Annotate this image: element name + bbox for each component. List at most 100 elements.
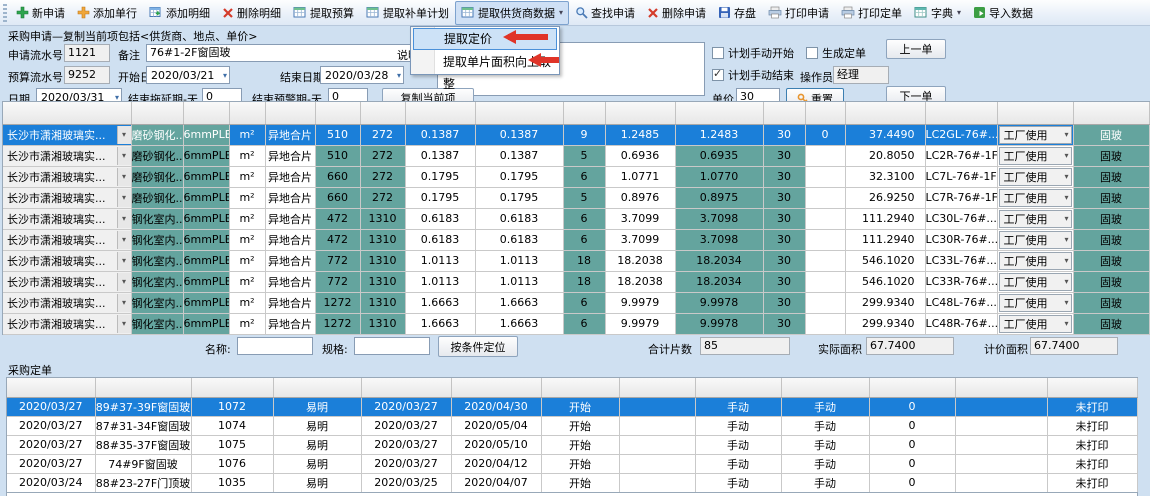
column-header[interactable] (7, 378, 95, 397)
component-name-cell[interactable]: 固玻 (1073, 166, 1149, 187)
combo-arrow-icon[interactable]: ▾ (1064, 172, 1068, 181)
combo-arrow-icon[interactable]: ▾ (117, 168, 131, 186)
column-header[interactable] (955, 378, 1047, 397)
piece-priced-area-cell[interactable]: 0.6183 (475, 229, 563, 250)
amount-cell[interactable]: 26.9250 (845, 187, 925, 208)
actual-area-cell[interactable]: 3.7099 (605, 229, 675, 250)
color-cell[interactable]: 异地合片 (265, 313, 315, 334)
color-cell[interactable]: 异地合片 (265, 250, 315, 271)
chevron-down-icon[interactable]: ▾ (223, 71, 227, 80)
combo-arrow-icon[interactable]: ▾ (117, 126, 131, 144)
actual-area-cell[interactable]: 1.2485 (605, 124, 675, 145)
window-code-cell[interactable]: LC30R-76#... (925, 229, 997, 250)
unit-price-cell[interactable]: 30 (763, 145, 805, 166)
actual-area-cell[interactable]: 0.8976 (605, 187, 675, 208)
width-cell[interactable]: 772 (315, 250, 360, 271)
ship-location-cell[interactable]: 工厂使用▾ (997, 124, 1073, 145)
supplier-cell[interactable]: 长沙市潇湘玻璃实...▾ (3, 292, 131, 313)
column-header[interactable] (845, 102, 925, 124)
width-cell[interactable]: 510 (315, 124, 360, 145)
width-cell[interactable]: 1272 (315, 292, 360, 313)
name-cell[interactable]: 钢化室内... (131, 292, 183, 313)
ship-location-cell[interactable]: 工厂使用▾ (997, 313, 1073, 334)
actual-area-cell[interactable]: 9.9979 (605, 292, 675, 313)
dictionary-button[interactable]: 字典 ▾ (908, 1, 967, 25)
color-cell[interactable]: 异地合片 (265, 229, 315, 250)
tax-rate-cell[interactable] (805, 271, 845, 292)
column-header[interactable] (315, 102, 360, 124)
piece-area-cell[interactable]: 0.6183 (405, 208, 475, 229)
supplier-cell[interactable]: 长沙市潇湘玻璃实...▾ (3, 229, 131, 250)
unit-price-cell[interactable]: 30 (763, 208, 805, 229)
spec-cell[interactable]: 6mmPLE... (183, 208, 229, 229)
component-name-cell[interactable]: 固玻 (1073, 292, 1149, 313)
budget-serial-field[interactable]: 9252 (64, 66, 110, 84)
spec-cell[interactable]: 6mmPLE... (183, 271, 229, 292)
name-cell[interactable]: 钢化室内... (131, 313, 183, 334)
piece-area-cell[interactable]: 0.1387 (405, 145, 475, 166)
unit-price-cell[interactable]: 30 (763, 250, 805, 271)
supplier-cell[interactable]: 长沙市潇湘玻璃实...▾ (3, 166, 131, 187)
unit-price-cell[interactable]: 30 (763, 187, 805, 208)
ship-location-cell[interactable]: 工厂使用▾ (997, 292, 1073, 313)
combo-arrow-icon[interactable]: ▾ (117, 210, 131, 228)
detail-row[interactable]: 长沙市潇湘玻璃实...▾ 磨砂钢化... 6mmPLE... m² 异地合片 5… (3, 124, 1149, 145)
unit-cell[interactable]: m² (229, 187, 265, 208)
piece-priced-area-cell[interactable]: 0.6183 (475, 208, 563, 229)
column-header[interactable] (451, 378, 541, 397)
supplier-cell[interactable]: 长沙市潇湘玻璃实...▾ (3, 208, 131, 229)
quantity-cell[interactable]: 6 (563, 313, 605, 334)
supplier-cell[interactable]: 长沙市潇湘玻璃实...▾ (3, 124, 131, 145)
detail-row[interactable]: 长沙市潇湘玻璃实...▾ 钢化室内... 6mmPLE... m² 异地合片 4… (3, 208, 1149, 229)
priced-area-cell[interactable]: 18.2034 (675, 250, 763, 271)
color-cell[interactable]: 异地合片 (265, 271, 315, 292)
name-cell[interactable]: 磨砂钢化... (131, 145, 183, 166)
unit-cell[interactable]: m² (229, 124, 265, 145)
priced-area-cell[interactable]: 0.8975 (675, 187, 763, 208)
actual-area-cell[interactable]: 3.7099 (605, 208, 675, 229)
priced-area-cell[interactable]: 0.6935 (675, 145, 763, 166)
unit-price-cell[interactable]: 30 (763, 313, 805, 334)
width-cell[interactable]: 1272 (315, 313, 360, 334)
priced-area-cell[interactable]: 1.0770 (675, 166, 763, 187)
unit-cell[interactable]: m² (229, 313, 265, 334)
print-request-button[interactable]: 打印申请 (762, 1, 835, 25)
add-row-button[interactable]: 添加单行 (71, 1, 143, 25)
width-cell[interactable]: 660 (315, 166, 360, 187)
extract-budget-button[interactable]: 提取预算 (287, 1, 360, 25)
unit-price-cell[interactable]: 30 (763, 229, 805, 250)
unit-cell[interactable]: m² (229, 166, 265, 187)
order-row[interactable]: 2020/03/27 87#31-34F窗固玻 1074 易明 2020/03/… (7, 416, 1137, 435)
ship-location-cell[interactable]: 工厂使用▾ (997, 271, 1073, 292)
actual-area-cell[interactable]: 18.2038 (605, 271, 675, 292)
checkbox-icon[interactable] (806, 47, 818, 59)
piece-area-cell[interactable]: 0.6183 (405, 229, 475, 250)
actual-area-cell[interactable]: 1.0771 (605, 166, 675, 187)
combo-arrow-icon[interactable]: ▾ (1064, 298, 1068, 307)
tax-rate-cell[interactable] (805, 145, 845, 166)
unit-cell[interactable]: m² (229, 208, 265, 229)
detail-row[interactable]: 长沙市潇湘玻璃实...▾ 磨砂钢化... 6mmPLE... m² 异地合片 5… (3, 145, 1149, 166)
amount-cell[interactable]: 20.8050 (845, 145, 925, 166)
component-name-cell[interactable]: 固玻 (1073, 124, 1149, 145)
column-header[interactable] (1047, 378, 1137, 397)
priced-area-cell[interactable]: 1.2483 (675, 124, 763, 145)
name-cell[interactable]: 钢化室内... (131, 208, 183, 229)
combo-arrow-icon[interactable]: ▾ (1064, 214, 1068, 223)
column-header[interactable] (1073, 102, 1149, 124)
quantity-cell[interactable]: 18 (563, 271, 605, 292)
color-cell[interactable]: 异地合片 (265, 166, 315, 187)
actual-area-cell[interactable]: 9.9979 (605, 313, 675, 334)
quantity-cell[interactable]: 18 (563, 250, 605, 271)
save-button[interactable]: 存盘 (712, 1, 762, 25)
tax-rate-cell[interactable] (805, 313, 845, 334)
column-header[interactable] (695, 378, 781, 397)
detail-row[interactable]: 长沙市潇湘玻璃实...▾ 钢化室内... 6mmPLE... m² 异地合片 1… (3, 292, 1149, 313)
checkbox-icon[interactable] (712, 47, 724, 59)
combo-arrow-icon[interactable]: ▾ (117, 273, 131, 291)
column-header[interactable] (781, 378, 869, 397)
height-cell[interactable]: 272 (360, 187, 405, 208)
width-cell[interactable]: 772 (315, 271, 360, 292)
new-request-button[interactable]: 新申请 (10, 1, 71, 25)
order-row[interactable]: 2020/03/24 88#23-27F门顶玻 1035 易明 2020/03/… (7, 473, 1137, 492)
